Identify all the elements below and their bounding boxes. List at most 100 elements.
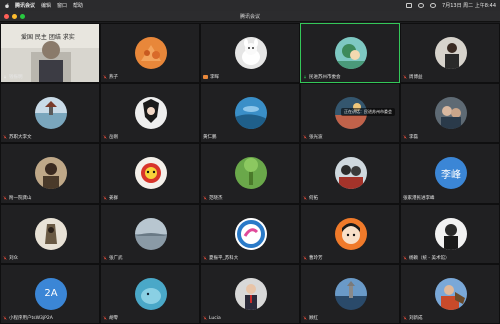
menu-help[interactable]: 帮助 (73, 2, 83, 9)
muted-mic-icon (103, 255, 107, 260)
participant-avatar (335, 37, 367, 69)
avatar-image (335, 157, 367, 190)
mic-icon (3, 75, 7, 79)
participant-avatar (335, 217, 367, 250)
muted-mic-icon (3, 316, 7, 320)
participant-tile[interactable]: 姜群 (100, 143, 200, 204)
participant-tile[interactable]: 张广武 (100, 203, 200, 264)
muted-mic-icon (303, 255, 307, 260)
window-titlebar: 腾讯会议 (0, 11, 500, 22)
participant-name: 李磊 (409, 135, 418, 141)
avatar-image (235, 97, 267, 130)
muted-mic-icon (403, 255, 407, 260)
minimize-window-button[interactable] (12, 14, 17, 19)
participant-avatar (35, 157, 67, 190)
menu-bar: 腾讯会议 编辑 窗口 帮助 7月13日 周二 上午8:44 (0, 0, 500, 11)
participant-name: 附一院龚山 (9, 195, 32, 201)
participant-avatar (435, 97, 467, 130)
participant-name: 张广武 (109, 255, 123, 261)
participant-name: 顾红 (309, 315, 318, 321)
participant-avatar (435, 37, 467, 69)
muted-mic-icon (303, 135, 307, 140)
avatar-image (335, 277, 367, 310)
participant-tile[interactable]: 顾红 (300, 263, 400, 324)
participant-avatar (335, 277, 367, 310)
participant-grid: 爱国 民主 团结 求实 钱振明 燕子 李晖 民进苏州市委会 周博益 苏职大李文 … (0, 23, 500, 324)
participant-avatar (35, 217, 67, 250)
participant-tile[interactable]: 夏振平_苏科大 (200, 203, 300, 264)
avatar-image (235, 217, 267, 250)
wifi-icon[interactable] (418, 3, 425, 8)
speaking-caption: 正在讲话：民进苏州市委会 (341, 108, 395, 117)
participant-avatar (135, 37, 167, 69)
muted-mic-icon (403, 316, 407, 320)
participant-tile[interactable]: 苏职大李文 (0, 83, 100, 144)
participant-nameplate: 张广武 (103, 255, 123, 261)
participant-tile[interactable]: 胡零 (100, 263, 200, 324)
participant-nameplate: 杨颖（统 - 美术馆） (403, 255, 449, 261)
participant-tile[interactable]: 岳刚 (100, 83, 200, 144)
menu-app-name[interactable]: 腾讯会议 (15, 2, 35, 9)
avatar-initials: 2A (44, 288, 58, 300)
participant-avatar (435, 277, 467, 310)
menubar-clock[interactable]: 7月13日 周二 上午8:44 (442, 2, 496, 9)
muted-mic-icon (203, 195, 207, 200)
participant-tile[interactable]: 燕子 (100, 23, 200, 84)
participant-tile[interactable]: 刘新成 (400, 263, 500, 324)
participant-tile[interactable]: 爱国 民主 团结 求实 钱振明 (0, 23, 100, 84)
participant-avatar (235, 157, 267, 190)
participant-tile[interactable]: 黄仁鹏 (200, 83, 300, 144)
participant-tile[interactable]: 杨颖（统 - 美术馆） (400, 203, 500, 264)
participant-name: 范晓杰 (209, 195, 223, 201)
participant-tile[interactable]: 何拓 (300, 143, 400, 204)
participant-tile[interactable]: 附一院龚山 (0, 143, 100, 204)
participant-avatar (235, 217, 267, 250)
participant-nameplate: 钱振明 (3, 74, 23, 80)
participant-name: 民进苏州市委会 (309, 75, 341, 81)
participant-tile[interactable]: 李晖 (200, 23, 300, 84)
avatar-image (35, 97, 67, 130)
muted-mic-icon (403, 135, 407, 140)
avatar-image (135, 277, 167, 310)
participant-name: 小程序用户tsW3jP2A (9, 315, 53, 321)
participant-tile[interactable]: 2A 小程序用户tsW3jP2A (0, 263, 100, 324)
participant-tile[interactable]: 周博益 (400, 23, 500, 84)
participant-name: 黄仁鹏 (203, 135, 217, 141)
avatar-image (435, 97, 467, 130)
video-banner-text: 爱国 民主 团结 求实 (21, 34, 75, 41)
status-area: 7月13日 周二 上午8:44 (406, 2, 500, 9)
zoom-window-button[interactable] (20, 14, 25, 19)
mic-icon (303, 75, 307, 79)
participant-tile[interactable]: 李磊 (400, 83, 500, 144)
avatar-image (335, 37, 367, 69)
participant-avatar (435, 217, 467, 250)
participant-tile[interactable]: 正在讲话：民进苏州市委会 张光波 (300, 83, 400, 144)
participant-nameplate: 夏振平_苏科大 (203, 255, 238, 261)
participant-nameplate: Lucia (203, 316, 221, 321)
participant-nameplate: 燕子 (103, 74, 118, 80)
muted-mic-icon (303, 195, 307, 200)
participant-tile-active-speaker[interactable]: 民进苏州市委会 (300, 23, 400, 84)
participant-nameplate: 顾红 (303, 315, 318, 321)
participant-nameplate: 小程序用户tsW3jP2A (3, 315, 53, 321)
apple-icon[interactable] (4, 3, 10, 9)
close-window-button[interactable] (4, 14, 9, 19)
participant-avatar-text: 李峰 (435, 157, 467, 190)
muted-mic-icon (303, 316, 307, 320)
participant-name: 刘众 (9, 255, 18, 261)
participant-name: 张家港民进李峰 (403, 195, 435, 201)
participant-avatar (235, 97, 267, 130)
participant-tile[interactable]: 范晓杰 (200, 143, 300, 204)
participant-nameplate: 附一院龚山 (3, 195, 32, 201)
menu-window[interactable]: 窗口 (57, 2, 67, 9)
avatar-image (435, 217, 467, 250)
participant-tile[interactable]: 刘众 (0, 203, 100, 264)
battery-icon[interactable] (406, 3, 413, 8)
avatar-image (235, 157, 267, 190)
participant-tile[interactable]: 李峰 张家港民进李峰 (400, 143, 500, 204)
menu-edit[interactable]: 编辑 (41, 2, 51, 9)
search-icon[interactable] (430, 3, 437, 8)
participant-tile[interactable]: 曹玲芳 (300, 203, 400, 264)
muted-mic-icon (403, 75, 407, 79)
participant-tile[interactable]: Lucia (200, 263, 300, 324)
